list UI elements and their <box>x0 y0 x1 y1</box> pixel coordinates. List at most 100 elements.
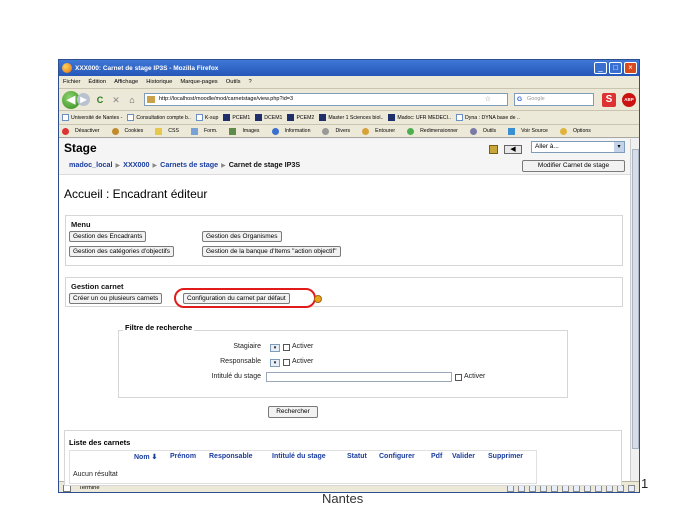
bookmark-item[interactable]: PCEM2 <box>287 114 314 121</box>
minimize-button[interactable]: _ <box>594 62 607 74</box>
maximize-button[interactable]: □ <box>609 62 622 74</box>
dev-item-disable[interactable]: Désactiver <box>62 127 106 135</box>
column-header-responsable[interactable]: Responsable <box>209 453 253 460</box>
close-button[interactable]: × <box>624 62 637 74</box>
tray-icon[interactable] <box>518 485 525 492</box>
bookmarks-toolbar: Université de Nantes - Consultation comp… <box>59 111 639 125</box>
responsable-activate-checkbox[interactable] <box>283 359 290 366</box>
bookmark-star-icon[interactable]: ☆ <box>485 94 491 105</box>
column-header-supprimer[interactable]: Supprimer <box>488 453 523 460</box>
column-header-intitule[interactable]: Intitulé du stage <box>272 453 326 460</box>
reload-icon[interactable]: C <box>94 94 106 106</box>
breadcrumb-carnets[interactable]: Carnets de stage <box>160 160 218 169</box>
source-icon <box>508 127 516 135</box>
dev-item-view-source[interactable]: Voir Source <box>508 127 554 135</box>
intitule-activate-label: Activer <box>464 373 486 380</box>
edit-icon[interactable] <box>489 145 498 154</box>
tray-icon[interactable] <box>606 485 613 492</box>
tray-icon[interactable] <box>628 485 635 492</box>
bookmark-item[interactable]: Université de Nantes - <box>62 114 122 121</box>
folder-icon <box>287 114 295 121</box>
image-icon <box>229 127 237 135</box>
dev-item-options[interactable]: Options <box>559 127 597 135</box>
page-icon <box>456 114 464 121</box>
manage-supervisors-button[interactable]: Gestion des Encadrants <box>69 231 147 242</box>
page-icon <box>127 114 135 121</box>
column-header-prenom[interactable]: Prénom <box>170 453 196 460</box>
dev-item-outline[interactable]: Entourer <box>362 127 401 135</box>
bookmark-item[interactable]: Consultation compte b.. <box>127 114 191 121</box>
scrollbar-thumb[interactable] <box>632 149 639 449</box>
column-header-valider[interactable]: Valider <box>452 453 475 460</box>
dev-item-resize[interactable]: Redimensionner <box>407 127 464 135</box>
menu-affichage[interactable]: Affichage <box>114 79 138 85</box>
dev-item-misc[interactable]: Divers <box>322 127 356 135</box>
manage-item-bank-button[interactable]: Gestion de la banque d'Items "action obj… <box>202 246 341 257</box>
search-input[interactable]: Google <box>514 93 594 106</box>
breadcrumb: madoc_local ▶ XXX000 ▶ Carnets de stage ▶ Carn… <box>69 160 300 169</box>
menu-box: Menu Gestion des Encadrants Gestion des … <box>65 215 623 266</box>
filter-title: Filtre de recherche <box>123 323 195 332</box>
dev-item-forms[interactable]: Form. <box>190 127 224 135</box>
options-icon <box>559 127 567 135</box>
forward-button[interactable]: ▶ <box>77 93 90 106</box>
manage-categories-button[interactable]: Gestion des catégories d'objectifs <box>69 246 174 257</box>
dev-item-css[interactable]: CSS <box>155 127 185 135</box>
tray-icon[interactable] <box>562 485 569 492</box>
dev-item-images[interactable]: Images <box>229 127 265 135</box>
misc-icon <box>322 127 330 135</box>
stagiaire-activate-checkbox[interactable] <box>283 344 290 351</box>
stop-icon[interactable]: ✕ <box>110 94 122 106</box>
menu-outils[interactable]: Outils <box>226 79 241 85</box>
intitule-input[interactable] <box>266 372 452 382</box>
course-title: Stage <box>64 141 97 155</box>
tray-icon[interactable] <box>584 485 591 492</box>
bookmark-item[interactable]: DCEM1 <box>255 114 282 121</box>
s-addon-icon[interactable]: S <box>602 92 616 107</box>
tray-icon[interactable] <box>595 485 602 492</box>
bookmark-item[interactable]: Madoc: UFR MEDECI.. <box>388 114 451 121</box>
column-header-configurer[interactable]: Configurer <box>379 453 415 460</box>
tray-icon[interactable] <box>617 485 624 492</box>
menu-marque-pages[interactable]: Marque-pages <box>180 79 217 85</box>
tray-icon[interactable] <box>529 485 536 492</box>
bookmark-item[interactable]: K-sup <box>195 114 218 121</box>
menu-edition[interactable]: Édition <box>88 79 106 85</box>
dev-item-cookies[interactable]: Cookies <box>111 127 150 135</box>
intitule-activate-checkbox[interactable] <box>455 374 462 381</box>
responsable-select[interactable]: ▾ <box>270 359 280 367</box>
bookmark-item[interactable]: PCEM1 <box>223 114 250 121</box>
home-icon[interactable]: ⌂ <box>126 94 138 106</box>
bookmark-item[interactable]: Master 1 Sciences biol.. <box>319 114 383 121</box>
menu-historique[interactable]: Historique <box>146 79 172 85</box>
breadcrumb-madoc-local[interactable]: madoc_local <box>69 160 113 169</box>
menu-help[interactable]: ? <box>249 79 252 85</box>
dev-item-information[interactable]: Information <box>271 127 317 135</box>
help-icon[interactable] <box>314 295 322 303</box>
bookmark-item[interactable]: Dyna : DYNA base de .. <box>456 114 520 121</box>
create-carnets-button[interactable]: Créer un ou plusieurs carnets <box>69 293 163 304</box>
column-header-nom[interactable]: Nom ⬇ <box>134 453 157 461</box>
column-header-pdf[interactable]: Pdf <box>431 453 442 460</box>
stagiaire-select[interactable]: ▾ <box>270 344 280 352</box>
folder-icon <box>319 114 327 121</box>
modify-carnet-button[interactable]: Modifier Carnet de stage <box>522 160 625 172</box>
column-header-statut[interactable]: Statut <box>347 453 367 460</box>
cookie-icon <box>111 127 119 135</box>
dev-item-tools[interactable]: Outils <box>469 127 502 135</box>
vertical-scrollbar[interactable] <box>630 139 639 481</box>
jump-to-select[interactable]: Aller à... ▾ <box>531 141 625 153</box>
menu-fichier[interactable]: Fichier <box>63 79 80 85</box>
highlight-annotation <box>174 288 316 308</box>
breadcrumb-course[interactable]: XXX000 <box>123 160 149 169</box>
manage-organisms-button[interactable]: Gestion des Organismes <box>202 231 282 242</box>
tools-icon <box>469 127 477 135</box>
tray-icon[interactable] <box>573 485 580 492</box>
adblock-icon[interactable]: ABP <box>622 92 636 107</box>
search-button[interactable]: Rechercher <box>268 406 318 418</box>
tray-icon[interactable] <box>551 485 558 492</box>
tray-icon[interactable] <box>507 485 514 492</box>
url-field[interactable]: http://localhost/moodle/mod/carnetstage/… <box>144 93 508 106</box>
tray-icon[interactable] <box>540 485 547 492</box>
previous-arrow-icon[interactable]: ◀ <box>504 145 522 154</box>
